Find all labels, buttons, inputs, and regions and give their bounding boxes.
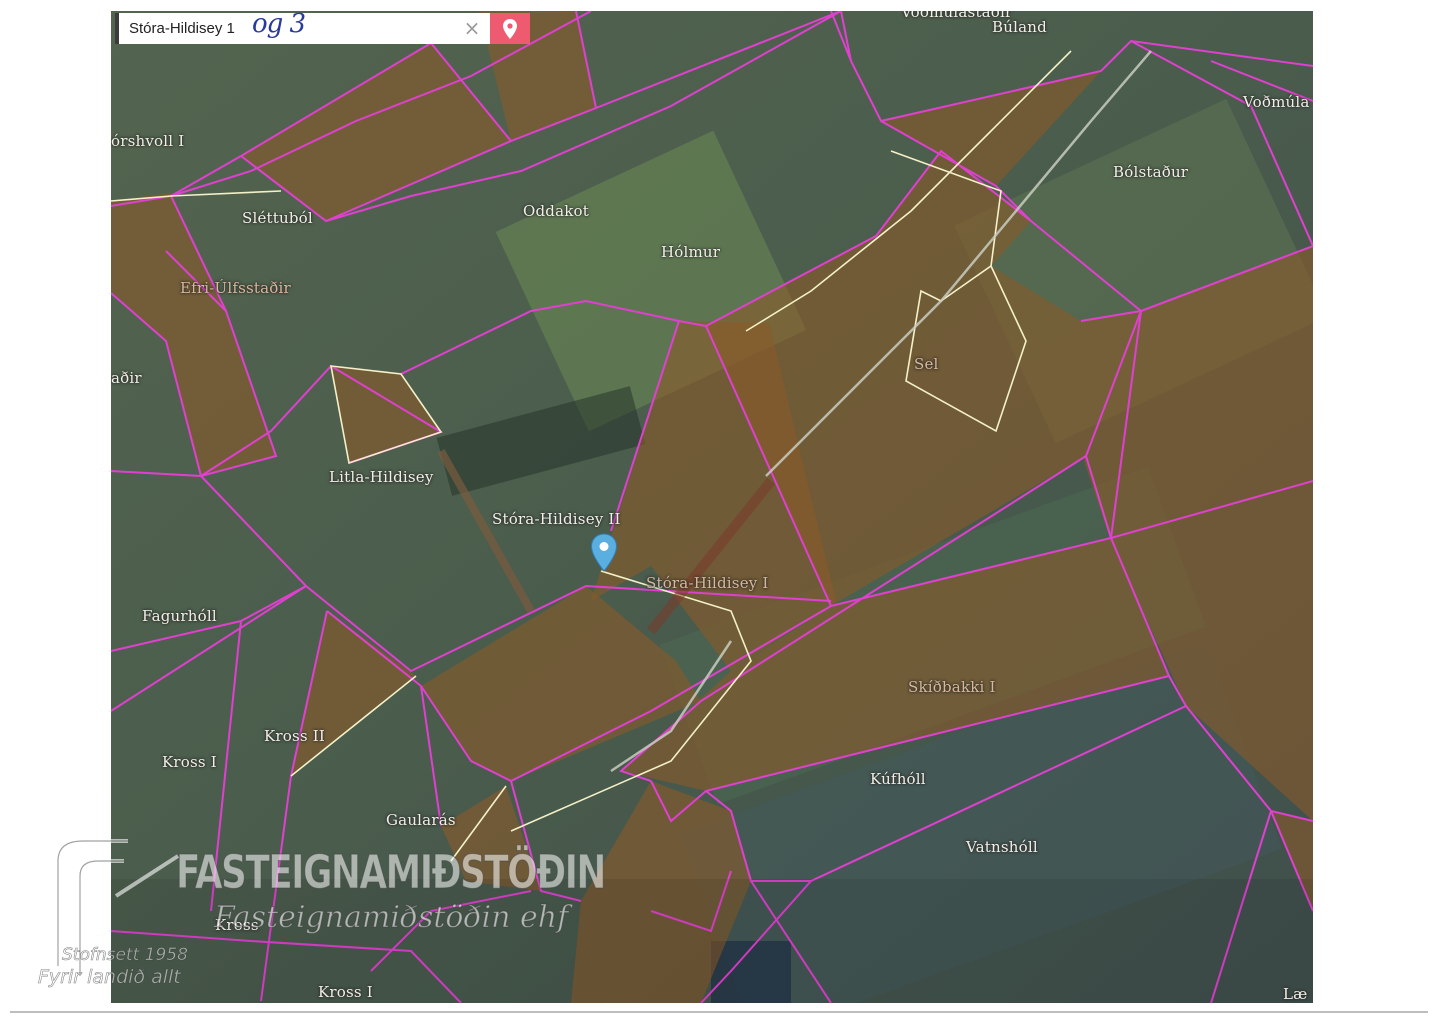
- farm-label: Læ: [1283, 985, 1308, 1003]
- location-marker[interactable]: [590, 533, 618, 577]
- farm-label: Fagurhóll: [142, 607, 217, 625]
- scan-edge: [10, 1011, 1428, 1013]
- watermark-founded: Stofnsett 1958: [62, 945, 189, 966]
- farm-label: órshvoll I: [111, 132, 185, 150]
- farm-label: Voðmúla: [1243, 93, 1310, 111]
- farm-label: Vatnshóll: [966, 838, 1038, 856]
- handwritten-annotation: og 3: [252, 9, 306, 39]
- farm-label: Búland: [992, 18, 1047, 36]
- farm-label: Gaularás: [386, 811, 456, 829]
- farm-label: Bólstaður: [1113, 163, 1189, 181]
- farm-label: Kúfhóll: [870, 770, 926, 788]
- farm-label: Stóra-Hildisey II: [492, 510, 621, 528]
- locate-button[interactable]: [490, 13, 530, 44]
- clear-search-button[interactable]: ×: [461, 17, 483, 39]
- map-pin-icon: [503, 18, 517, 39]
- farm-label: aðir: [111, 369, 142, 387]
- close-icon: ×: [463, 16, 481, 40]
- watermark-company: Fasteignamiðstöðin ehf: [213, 900, 569, 936]
- watermark-slogan: Fyrir landið allt: [38, 966, 181, 989]
- farm-label: Efri-Úlfsstaðir: [180, 279, 291, 297]
- farm-label: Stóra-Hildisey I: [646, 574, 769, 592]
- watermark-brand: FASTEIGNAMIÐSTÖÐIN: [176, 845, 607, 900]
- farm-label: Oddakot: [523, 202, 589, 220]
- farm-label: Kross I: [162, 753, 217, 771]
- farm-label: Sléttuból: [242, 209, 313, 227]
- farm-label: Hólmur: [661, 243, 721, 261]
- farm-label: Sel: [914, 355, 939, 373]
- farm-label: Kross II: [264, 727, 326, 745]
- farm-label: Litla-Hildisey: [329, 468, 434, 486]
- map-marker-icon: [590, 533, 618, 572]
- farm-label: Skíðbakki I: [908, 678, 996, 696]
